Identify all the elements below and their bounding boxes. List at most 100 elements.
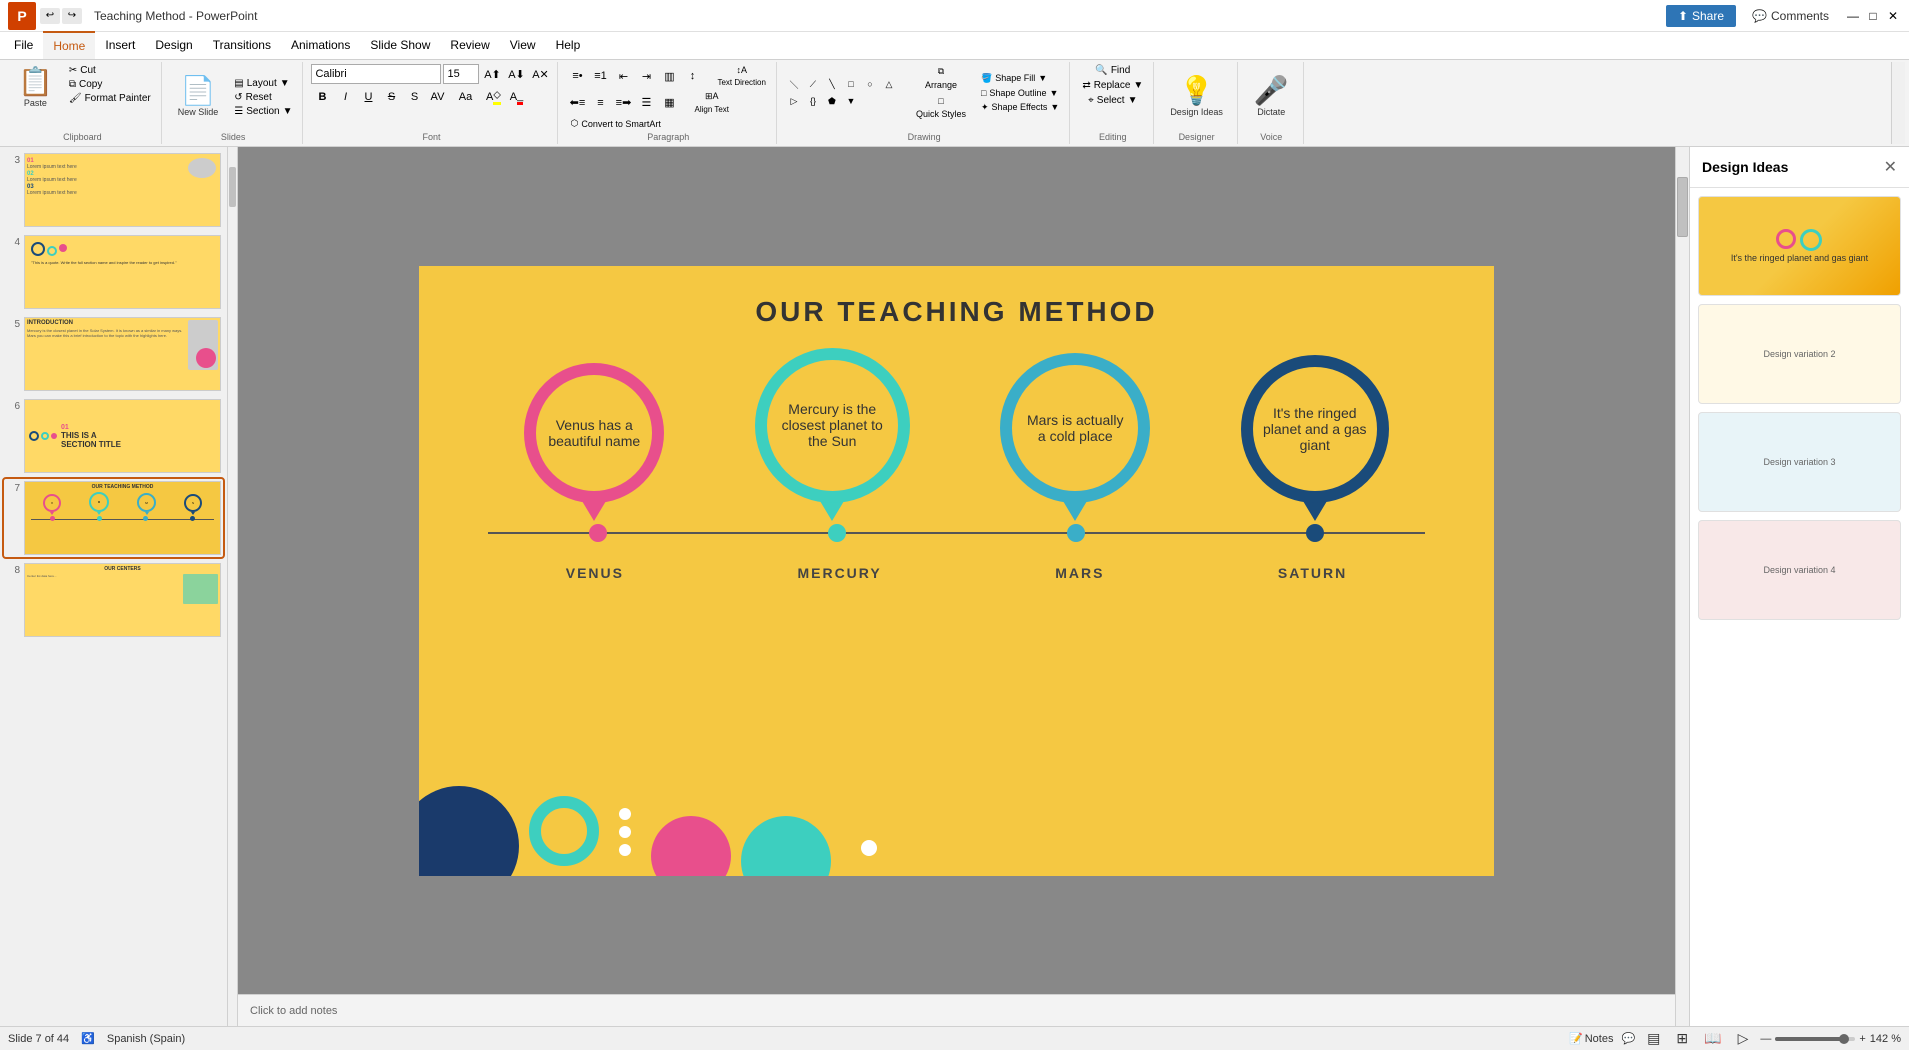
find-btn[interactable]: 🔍 Find xyxy=(1091,64,1134,77)
decrease-indent-btn[interactable]: ⇤ xyxy=(612,66,634,86)
align-center-btn[interactable]: ≡ xyxy=(589,93,611,113)
dictate-btn[interactable]: 🎤 Dictate xyxy=(1246,73,1297,121)
cut-button[interactable]: ✂ Cut xyxy=(65,64,155,77)
bullets-btn[interactable]: ≡• xyxy=(566,66,588,86)
slide-thumb-3[interactable]: 3 01 Lorem ipsum text here 02 Lorem ipsu… xyxy=(4,151,223,229)
drawing-tool-6[interactable]: △ xyxy=(880,76,898,92)
slideshow-btn[interactable]: ▷ xyxy=(1734,1028,1753,1049)
minimize-btn[interactable]: — xyxy=(1845,8,1861,24)
align-right-btn[interactable]: ≡➡ xyxy=(612,93,634,113)
font-color-btn[interactable]: A_ xyxy=(505,87,527,107)
normal-view-btn[interactable]: ▤ xyxy=(1643,1028,1664,1049)
design-idea-3[interactable]: Design variation 3 xyxy=(1698,412,1901,512)
font-decrease-btn[interactable]: A⬇ xyxy=(505,64,527,84)
tab-design[interactable]: Design xyxy=(145,31,202,59)
underline-btn[interactable]: U xyxy=(357,87,379,107)
increase-indent-btn[interactable]: ⇥ xyxy=(635,66,657,86)
slide-thumb-6[interactable]: 6 01 THIS IS ASECTION TITLE xyxy=(4,397,223,475)
drawing-tool-1[interactable]: ＼ xyxy=(785,76,803,92)
maximize-btn[interactable]: □ xyxy=(1865,8,1881,24)
canvas-scrollbar-thumb[interactable] xyxy=(1677,177,1688,237)
highlight-btn[interactable]: A⬦ xyxy=(482,87,504,107)
text-direction-btn[interactable]: ↕A Text Direction xyxy=(713,64,769,88)
drawing-tool-8[interactable]: {} xyxy=(804,93,822,109)
slide-thumb-8[interactable]: 8 OUR CENTERS Center list data here... xyxy=(4,561,223,639)
align-left-btn[interactable]: ⬅≡ xyxy=(566,93,588,113)
notes-btn[interactable]: 📝 Notes xyxy=(1569,1032,1613,1045)
tab-home[interactable]: Home xyxy=(43,31,95,59)
font-size-aa-btn[interactable]: Aa xyxy=(454,87,476,107)
select-btn[interactable]: ⌖ Select ▼ xyxy=(1084,94,1141,107)
clear-format-btn[interactable]: A✕ xyxy=(529,64,551,84)
font-name-input[interactable] xyxy=(311,64,441,84)
section-button[interactable]: ☰ Section ▼ xyxy=(230,105,296,118)
reading-view-btn[interactable]: 📖 xyxy=(1700,1028,1725,1049)
bold-btn[interactable]: B xyxy=(311,87,333,107)
arrange-btn[interactable]: ⧉ Arrange xyxy=(910,64,972,92)
line-spacing-btn[interactable]: ↕ xyxy=(681,66,703,86)
strikethrough-btn[interactable]: S xyxy=(380,87,402,107)
drawing-tool-2[interactable]: ⟋ xyxy=(804,76,822,92)
col-btn[interactable]: ▦ xyxy=(658,93,680,113)
convert-smartart-btn[interactable]: ⬡ Convert to SmartArt xyxy=(566,117,664,130)
reset-button[interactable]: ↺ Reset xyxy=(230,91,296,104)
slide-thumb-7[interactable]: 7 OUR TEACHING METHOD V M xyxy=(4,479,223,557)
zoom-out-btn[interactable]: — xyxy=(1760,1033,1771,1045)
justify-btn[interactable]: ☰ xyxy=(635,93,657,113)
ribbon-scroll[interactable] xyxy=(1891,62,1905,144)
tab-file[interactable]: File xyxy=(4,31,43,59)
font-size-input[interactable] xyxy=(443,64,479,84)
tab-insert[interactable]: Insert xyxy=(95,31,145,59)
design-panel-close-btn[interactable]: ✕ xyxy=(1884,157,1897,177)
italic-btn[interactable]: I xyxy=(334,87,356,107)
zoom-slider[interactable] xyxy=(1775,1037,1855,1041)
drawing-tool-3[interactable]: ╲ xyxy=(823,76,841,92)
close-btn[interactable]: ✕ xyxy=(1885,8,1901,24)
design-idea-2[interactable]: Design variation 2 xyxy=(1698,304,1901,404)
slide-thumb-4[interactable]: 4 "This is a quote. Write the full secti… xyxy=(4,233,223,311)
slide-sorter-btn[interactable]: ⊞ xyxy=(1672,1028,1692,1049)
drawing-tool-5[interactable]: ○ xyxy=(861,76,879,92)
undo-btn[interactable]: ↩ xyxy=(40,8,60,24)
replace-btn[interactable]: ⇄ Replace ▼ xyxy=(1078,79,1147,92)
design-idea-1[interactable]: It's the ringed planet and gas giant xyxy=(1698,196,1901,296)
char-spacing-btn[interactable]: AV xyxy=(426,87,448,107)
numbered-list-btn[interactable]: ≡1 xyxy=(589,66,611,86)
design-idea-4[interactable]: Design variation 4 xyxy=(1698,520,1901,620)
font-increase-btn[interactable]: A⬆ xyxy=(481,64,503,84)
slide-thumb-5[interactable]: 5 INTRODUCTION Mercury is the closest pl… xyxy=(4,315,223,393)
accessibility-icon[interactable]: ♿ xyxy=(81,1032,95,1045)
share-button[interactable]: ⬆ Share xyxy=(1666,5,1736,27)
new-slide-button[interactable]: 📄 New Slide xyxy=(170,73,227,121)
drawing-more[interactable]: ▼ xyxy=(842,93,860,109)
redo-btn[interactable]: ↪ xyxy=(62,8,82,24)
tab-help[interactable]: Help xyxy=(546,31,591,59)
shadow-btn[interactable]: S xyxy=(403,87,425,107)
tab-transitions[interactable]: Transitions xyxy=(203,31,281,59)
align-text-btn[interactable]: ⊞A Align Text xyxy=(690,90,733,115)
main-slide[interactable]: OUR TEACHING METHOD Venus has a beautifu… xyxy=(419,266,1494,876)
design-ideas-btn[interactable]: 💡 Design Ideas xyxy=(1162,73,1231,121)
canvas-scrollbar[interactable] xyxy=(1675,147,1689,1026)
shape-fill-btn[interactable]: 🪣 Shape Fill ▼ xyxy=(977,72,1063,85)
columns-btn[interactable]: ▥ xyxy=(658,66,680,86)
format-painter-button[interactable]: 🖌 Format Painter xyxy=(65,92,155,105)
shape-effects-btn[interactable]: ✦ Shape Effects ▼ xyxy=(977,101,1063,114)
shape-outline-btn[interactable]: □ Shape Outline ▼ xyxy=(977,87,1063,99)
tab-slideshow[interactable]: Slide Show xyxy=(360,31,440,59)
drawing-tool-4[interactable]: □ xyxy=(842,76,860,92)
tab-view[interactable]: View xyxy=(500,31,546,59)
drawing-tool-9[interactable]: ⬟ xyxy=(823,93,841,109)
tab-animations[interactable]: Animations xyxy=(281,31,360,59)
quick-styles-btn[interactable]: □ Quick Styles xyxy=(910,94,972,121)
drawing-tool-7[interactable]: ▷ xyxy=(785,93,803,109)
comments-button[interactable]: 💬 Comments xyxy=(1744,5,1837,27)
layout-button[interactable]: ▤ Layout ▼ xyxy=(230,77,296,90)
slide-panel-scrollbar[interactable] xyxy=(228,147,238,1026)
comments-status-btn[interactable]: 💬 xyxy=(1621,1032,1635,1045)
tab-review[interactable]: Review xyxy=(440,31,499,59)
copy-button[interactable]: ⧉ Copy xyxy=(65,78,155,91)
paste-button[interactable]: 📋 Paste xyxy=(10,64,61,112)
zoom-in-btn[interactable]: + xyxy=(1859,1033,1865,1045)
scrollbar-thumb[interactable] xyxy=(229,167,236,207)
